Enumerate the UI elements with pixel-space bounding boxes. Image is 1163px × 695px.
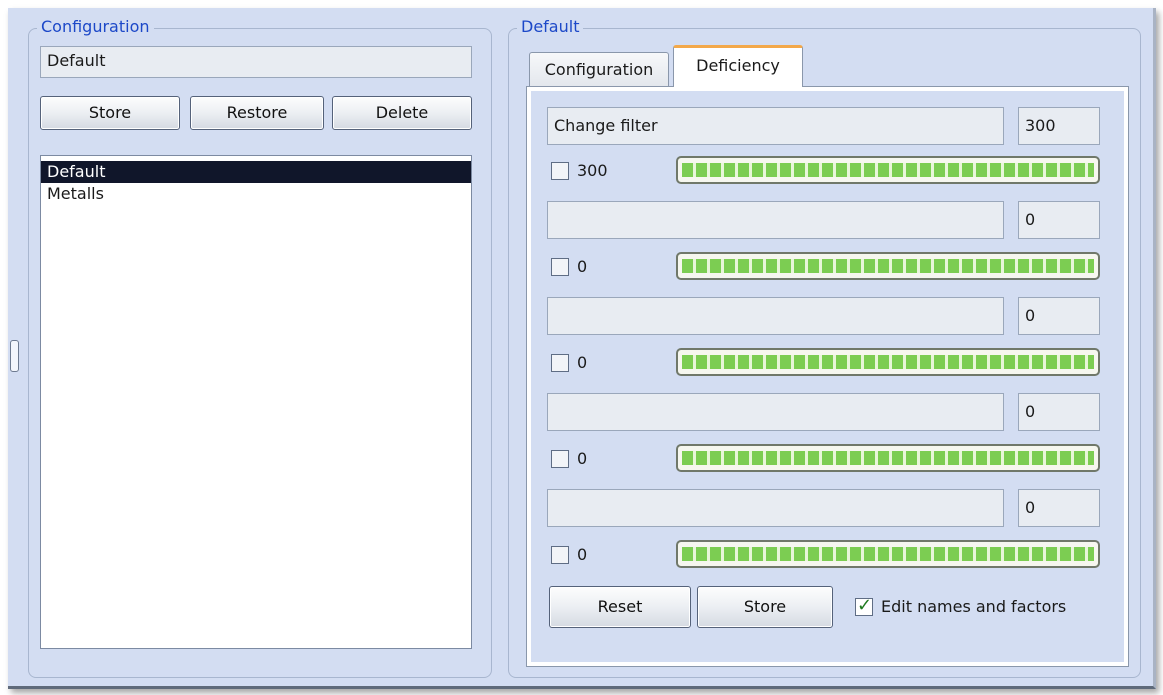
deficiency-checkbox-label: 300 xyxy=(577,161,608,180)
deficiency-name-field[interactable] xyxy=(547,201,1004,239)
deficiency-level-meter xyxy=(676,156,1100,184)
deficiency-panel-inner: Change filter 300 300 0 0 0 0 0 0 0 0 Re… xyxy=(531,91,1124,662)
reset-button[interactable]: Reset xyxy=(549,586,691,628)
deficiency-checkbox-label: 0 xyxy=(577,353,588,372)
deficiency-factor-field[interactable]: 300 xyxy=(1018,107,1100,145)
edit-names-checkbox[interactable]: ✓ xyxy=(855,595,873,616)
splitter-handle[interactable] xyxy=(10,340,19,372)
deficiency-factor-field[interactable]: 0 xyxy=(1018,201,1100,239)
edit-names-label: Edit names and factors xyxy=(881,597,1067,616)
tab-deficiency[interactable]: Deficiency xyxy=(673,45,803,87)
deficiency-name-field[interactable]: Change filter xyxy=(547,107,1004,145)
deficiency-checkbox[interactable] xyxy=(551,258,569,276)
deficiency-level-meter xyxy=(676,540,1100,568)
restore-config-button[interactable]: Restore xyxy=(190,96,324,130)
meter-fill xyxy=(682,547,1094,561)
deficiency-level-meter xyxy=(676,444,1100,472)
check-mark-icon: ✓ xyxy=(857,595,873,616)
configuration-name-field[interactable]: Default xyxy=(40,46,472,78)
list-item[interactable]: Metalls xyxy=(41,183,471,205)
configuration-list[interactable]: Default Metalls xyxy=(40,155,472,649)
configuration-group-title: Configuration xyxy=(37,17,154,37)
configuration-group: Configuration Default Store Restore Dele… xyxy=(28,17,492,678)
deficiency-checkbox[interactable] xyxy=(551,546,569,564)
main-window: Configuration Default Store Restore Dele… xyxy=(8,8,1156,689)
deficiency-tab-panel: Change filter 300 300 0 0 0 0 0 0 0 0 Re… xyxy=(526,86,1129,667)
deficiency-name-field[interactable] xyxy=(547,393,1004,431)
deficiency-checkbox-label: 0 xyxy=(577,449,588,468)
deficiency-factor-field[interactable]: 0 xyxy=(1018,393,1100,431)
store-config-button[interactable]: Store xyxy=(40,96,180,130)
deficiency-checkbox[interactable] xyxy=(551,450,569,468)
store-deficiency-button[interactable]: Store xyxy=(697,586,833,628)
deficiency-checkbox[interactable] xyxy=(551,162,569,180)
deficiency-name-field[interactable] xyxy=(547,297,1004,335)
meter-fill xyxy=(682,259,1094,273)
deficiency-checkbox[interactable] xyxy=(551,354,569,372)
deficiency-level-meter xyxy=(676,252,1100,280)
list-item[interactable]: Default xyxy=(41,161,471,183)
meter-fill xyxy=(682,451,1094,465)
deficiency-checkbox-label: 0 xyxy=(577,545,588,564)
tab-configuration[interactable]: Configuration xyxy=(529,52,669,88)
deficiency-factor-field[interactable]: 0 xyxy=(1018,489,1100,527)
meter-fill xyxy=(682,163,1094,177)
deficiency-name-field[interactable] xyxy=(547,489,1004,527)
deficiency-level-meter xyxy=(676,348,1100,376)
deficiency-factor-field[interactable]: 0 xyxy=(1018,297,1100,335)
delete-config-button[interactable]: Delete xyxy=(332,96,472,130)
meter-fill xyxy=(682,355,1094,369)
deficiency-checkbox-label: 0 xyxy=(577,257,588,276)
default-group: Default Configuration Deficiency Change … xyxy=(508,17,1141,678)
default-group-title: Default xyxy=(517,17,584,37)
